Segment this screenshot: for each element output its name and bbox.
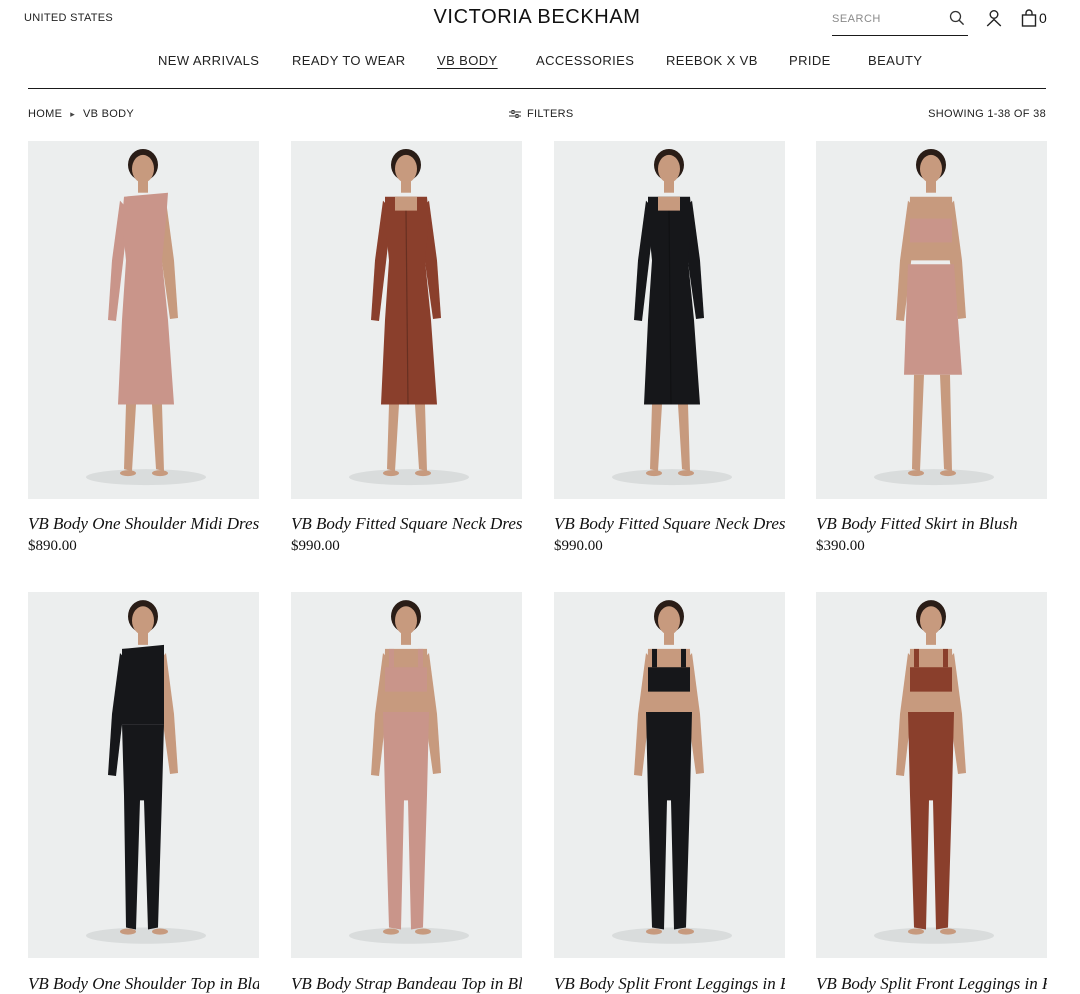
- product-name[interactable]: VB Body Fitted Square Neck Dress in Blac…: [554, 514, 785, 534]
- model-photo: [28, 141, 259, 499]
- nav-pride[interactable]: PRIDE: [789, 53, 831, 68]
- breadcrumb-current: VB BODY: [83, 108, 135, 120]
- filters-label[interactable]: FILTERS: [527, 108, 574, 120]
- model-photo: [554, 141, 785, 499]
- product-card[interactable]: VB Body Split Front Leggings in Black: [554, 592, 785, 994]
- product-image[interactable]: [554, 141, 785, 499]
- main-nav: NEW ARRIVALS READY TO WEAR VB BODY ACCES…: [0, 53, 1080, 73]
- product-card[interactable]: VB Body Split Front Leggings in Rust: [816, 592, 1047, 994]
- product-name[interactable]: VB Body Fitted Skirt in Blush: [816, 514, 1047, 534]
- product-card[interactable]: VB Body Strap Bandeau Top in Blush: [291, 592, 522, 994]
- filters-button[interactable]: FILTERS: [509, 108, 574, 120]
- nav-divider: [28, 88, 1046, 89]
- product-image[interactable]: [28, 141, 259, 499]
- product-name[interactable]: VB Body Split Front Leggings in Rust: [816, 974, 1047, 994]
- product-price: $990.00: [291, 538, 340, 554]
- search-box: [832, 6, 968, 36]
- product-image[interactable]: [291, 141, 522, 499]
- chevron-right-icon: ▸: [70, 108, 76, 119]
- product-price: $390.00: [816, 538, 865, 554]
- product-name[interactable]: VB Body Strap Bandeau Top in Blush: [291, 974, 522, 994]
- breadcrumb-home[interactable]: HOME: [28, 108, 62, 120]
- bag-count[interactable]: 0: [1039, 10, 1047, 26]
- product-image[interactable]: [816, 141, 1047, 499]
- filter-sliders-icon: [509, 110, 521, 118]
- brand-logo-text[interactable]: VICTORIA BECKHAM: [433, 6, 640, 29]
- product-card[interactable]: VB Body One Shoulder Top in Black: [28, 592, 259, 994]
- product-image[interactable]: [554, 592, 785, 958]
- account-icon[interactable]: [985, 9, 1003, 27]
- model-photo: [554, 592, 785, 958]
- nav-new-arrivals[interactable]: NEW ARRIVALS: [158, 53, 259, 68]
- model-photo: [28, 592, 259, 958]
- top-bar: UNITED STATES VICTORIA BECKHAM 0: [0, 0, 1080, 40]
- model-photo: [291, 592, 522, 958]
- nav-accessories[interactable]: ACCESSORIES: [536, 53, 634, 68]
- model-photo: [816, 141, 1047, 499]
- product-card[interactable]: VB Body One Shoulder Midi Dress in Blush…: [28, 141, 259, 555]
- product-card[interactable]: VB Body Fitted Square Neck Dress in Rust…: [291, 141, 522, 555]
- product-price: $990.00: [554, 538, 603, 554]
- product-name[interactable]: VB Body One Shoulder Midi Dress in Blush: [28, 514, 259, 534]
- search-input[interactable]: [832, 8, 942, 30]
- product-image[interactable]: [28, 592, 259, 958]
- product-name[interactable]: VB Body Split Front Leggings in Black: [554, 974, 785, 994]
- product-name[interactable]: VB Body Fitted Square Neck Dress in Rust: [291, 514, 522, 534]
- product-card[interactable]: VB Body Fitted Skirt in Blush $390.00: [816, 141, 1047, 555]
- product-name[interactable]: VB Body One Shoulder Top in Black: [28, 974, 259, 994]
- model-photo: [291, 141, 522, 499]
- nav-vb-body[interactable]: VB BODY: [437, 53, 498, 68]
- product-price: $890.00: [28, 538, 77, 554]
- product-card[interactable]: VB Body Fitted Square Neck Dress in Blac…: [554, 141, 785, 555]
- product-image[interactable]: [816, 592, 1047, 958]
- product-image[interactable]: [291, 592, 522, 958]
- model-photo: [816, 592, 1047, 958]
- results-count: SHOWING 1-38 OF 38: [928, 108, 1046, 120]
- nav-beauty[interactable]: BEAUTY: [868, 53, 922, 68]
- breadcrumb: HOME ▸ VB BODY: [28, 108, 134, 120]
- nav-ready-to-wear[interactable]: READY TO WEAR: [292, 53, 406, 68]
- search-icon[interactable]: [949, 10, 965, 26]
- nav-reebok-x-vb[interactable]: REEBOK X VB: [666, 53, 758, 68]
- shopping-bag-icon[interactable]: [1020, 9, 1038, 27]
